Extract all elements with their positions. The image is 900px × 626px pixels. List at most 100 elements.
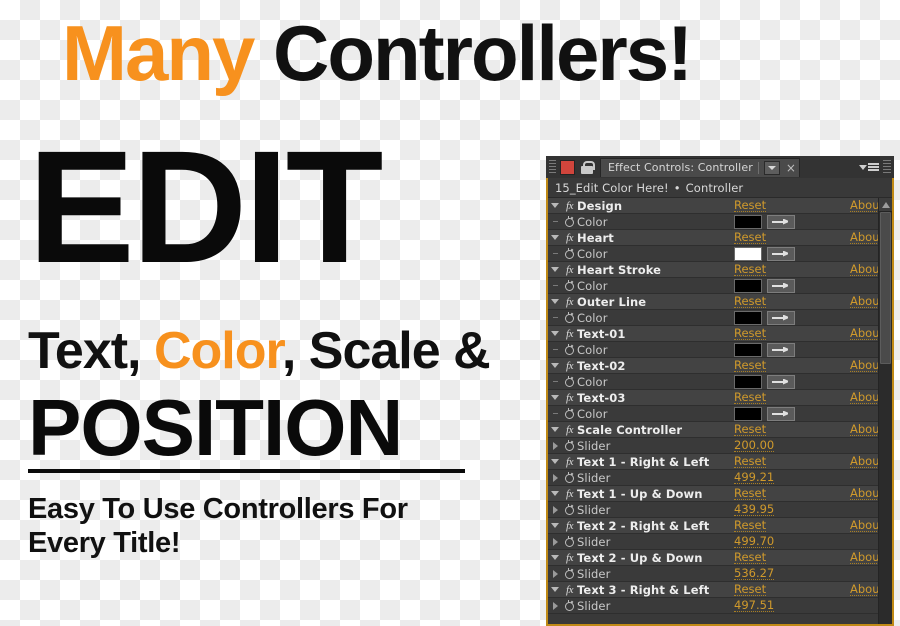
effect-row[interactable]: fx Text-03 Reset About...: [548, 390, 878, 406]
reset-link[interactable]: Reset: [734, 487, 767, 500]
disclosure-triangle-down-icon[interactable]: [548, 582, 562, 597]
reset-link[interactable]: Reset: [734, 295, 767, 308]
effect-row[interactable]: fx Heart Reset About...: [548, 230, 878, 246]
close-icon[interactable]: ×: [786, 162, 796, 174]
property-row-color[interactable]: Color: [548, 342, 878, 358]
reset-link[interactable]: Reset: [734, 391, 767, 404]
color-swatch[interactable]: [734, 406, 762, 421]
stopwatch-icon[interactable]: [562, 246, 577, 261]
about-link[interactable]: About...: [850, 199, 878, 212]
chevron-down-icon[interactable]: [763, 160, 780, 175]
effect-row[interactable]: fx Design Reset About...: [548, 198, 878, 214]
effect-row[interactable]: fx Heart Stroke Reset About...: [548, 262, 878, 278]
slider-value[interactable]: 439.95: [734, 503, 775, 516]
disclosure-triangle-right-icon[interactable]: [548, 470, 562, 485]
about-link[interactable]: About...: [850, 327, 878, 340]
stopwatch-icon[interactable]: [562, 374, 577, 389]
reset-link[interactable]: Reset: [734, 423, 767, 436]
slider-value[interactable]: 200.00: [734, 439, 775, 452]
effect-row[interactable]: fx Text 3 - Right & Left Reset About...: [548, 582, 878, 598]
about-link[interactable]: About...: [850, 391, 878, 404]
vertical-scrollbar[interactable]: [878, 198, 892, 624]
eyedropper-icon[interactable]: [767, 278, 795, 293]
reset-link[interactable]: Reset: [734, 199, 767, 212]
eyedropper-icon[interactable]: [767, 374, 795, 389]
effect-row[interactable]: fx Text-01 Reset About...: [548, 326, 878, 342]
property-row-color[interactable]: Color: [548, 374, 878, 390]
about-link[interactable]: About...: [850, 295, 878, 308]
about-link[interactable]: About...: [850, 519, 878, 532]
about-link[interactable]: About...: [850, 359, 878, 372]
breadcrumb-comp[interactable]: 15_Edit Color Here!: [555, 181, 669, 195]
reset-link[interactable]: Reset: [734, 519, 767, 532]
lock-icon[interactable]: [580, 160, 595, 175]
effect-row[interactable]: fx Text 2 - Up & Down Reset About...: [548, 550, 878, 566]
scrollbar-thumb[interactable]: [880, 212, 891, 364]
stopwatch-icon[interactable]: [562, 438, 577, 453]
effect-row[interactable]: fx Text-02 Reset About...: [548, 358, 878, 374]
about-link[interactable]: About...: [850, 455, 878, 468]
stopwatch-icon[interactable]: [562, 502, 577, 517]
property-row-slider[interactable]: Slider 536.27: [548, 566, 878, 582]
eyedropper-icon[interactable]: [767, 406, 795, 421]
disclosure-triangle-right-icon[interactable]: [548, 502, 562, 517]
disclosure-triangle-down-icon[interactable]: [548, 326, 562, 341]
disclosure-triangle-down-icon[interactable]: [548, 262, 562, 277]
reset-link[interactable]: Reset: [734, 327, 767, 340]
scroll-up-arrow-icon[interactable]: [879, 198, 892, 212]
effect-row[interactable]: fx Text 1 - Up & Down Reset About...: [548, 486, 878, 502]
stopwatch-icon[interactable]: [562, 566, 577, 581]
effect-row[interactable]: fx Scale Controller Reset About...: [548, 422, 878, 438]
disclosure-triangle-down-icon[interactable]: [548, 422, 562, 437]
disclosure-triangle-down-icon[interactable]: [548, 390, 562, 405]
slider-value[interactable]: 536.27: [734, 567, 775, 580]
eyedropper-icon[interactable]: [767, 310, 795, 325]
panel-right-grip-icon[interactable]: [883, 159, 891, 175]
stopwatch-icon[interactable]: [562, 342, 577, 357]
property-row-slider[interactable]: Slider 499.70: [548, 534, 878, 550]
slider-value[interactable]: 499.21: [734, 471, 775, 484]
disclosure-triangle-down-icon[interactable]: [548, 294, 562, 309]
reset-link[interactable]: Reset: [734, 263, 767, 276]
disclosure-triangle-down-icon[interactable]: [548, 358, 562, 373]
slider-value[interactable]: 499.70: [734, 535, 775, 548]
eyedropper-icon[interactable]: [767, 214, 795, 229]
property-row-slider[interactable]: Slider 200.00: [548, 438, 878, 454]
disclosure-triangle-down-icon[interactable]: [548, 550, 562, 565]
reset-link[interactable]: Reset: [734, 231, 767, 244]
color-swatch[interactable]: [734, 342, 762, 357]
reset-link[interactable]: Reset: [734, 359, 767, 372]
eyedropper-icon[interactable]: [767, 342, 795, 357]
color-swatch[interactable]: [734, 374, 762, 389]
reset-link[interactable]: Reset: [734, 551, 767, 564]
effect-row[interactable]: fx Text 2 - Right & Left Reset About...: [548, 518, 878, 534]
stopwatch-icon[interactable]: [562, 310, 577, 325]
color-swatch[interactable]: [734, 278, 762, 293]
reset-link[interactable]: Reset: [734, 583, 767, 596]
reset-link[interactable]: Reset: [734, 455, 767, 468]
about-link[interactable]: About...: [850, 583, 878, 596]
slider-value[interactable]: 497.51: [734, 599, 775, 612]
disclosure-triangle-down-icon[interactable]: [548, 518, 562, 533]
color-swatch[interactable]: [734, 246, 762, 261]
property-row-slider[interactable]: Slider 439.95: [548, 502, 878, 518]
tab-effect-controls[interactable]: Effect Controls: Controller ×: [600, 157, 800, 177]
property-row-color[interactable]: Color: [548, 246, 878, 262]
property-row-slider[interactable]: Slider 497.51: [548, 598, 878, 614]
property-row-color[interactable]: Color: [548, 310, 878, 326]
property-row-color[interactable]: Color: [548, 406, 878, 422]
color-swatch[interactable]: [734, 310, 762, 325]
disclosure-triangle-down-icon[interactable]: [548, 454, 562, 469]
stopwatch-icon[interactable]: [562, 598, 577, 613]
color-swatch[interactable]: [734, 214, 762, 229]
stopwatch-icon[interactable]: [562, 470, 577, 485]
about-link[interactable]: About...: [850, 487, 878, 500]
breadcrumb-layer[interactable]: Controller: [686, 181, 744, 195]
stopwatch-icon[interactable]: [562, 406, 577, 421]
panel-drag-grip-icon[interactable]: [549, 160, 556, 174]
disclosure-triangle-right-icon[interactable]: [548, 534, 562, 549]
property-row-slider[interactable]: Slider 499.21: [548, 470, 878, 486]
about-link[interactable]: About...: [850, 551, 878, 564]
about-link[interactable]: About...: [850, 423, 878, 436]
disclosure-triangle-down-icon[interactable]: [548, 486, 562, 501]
